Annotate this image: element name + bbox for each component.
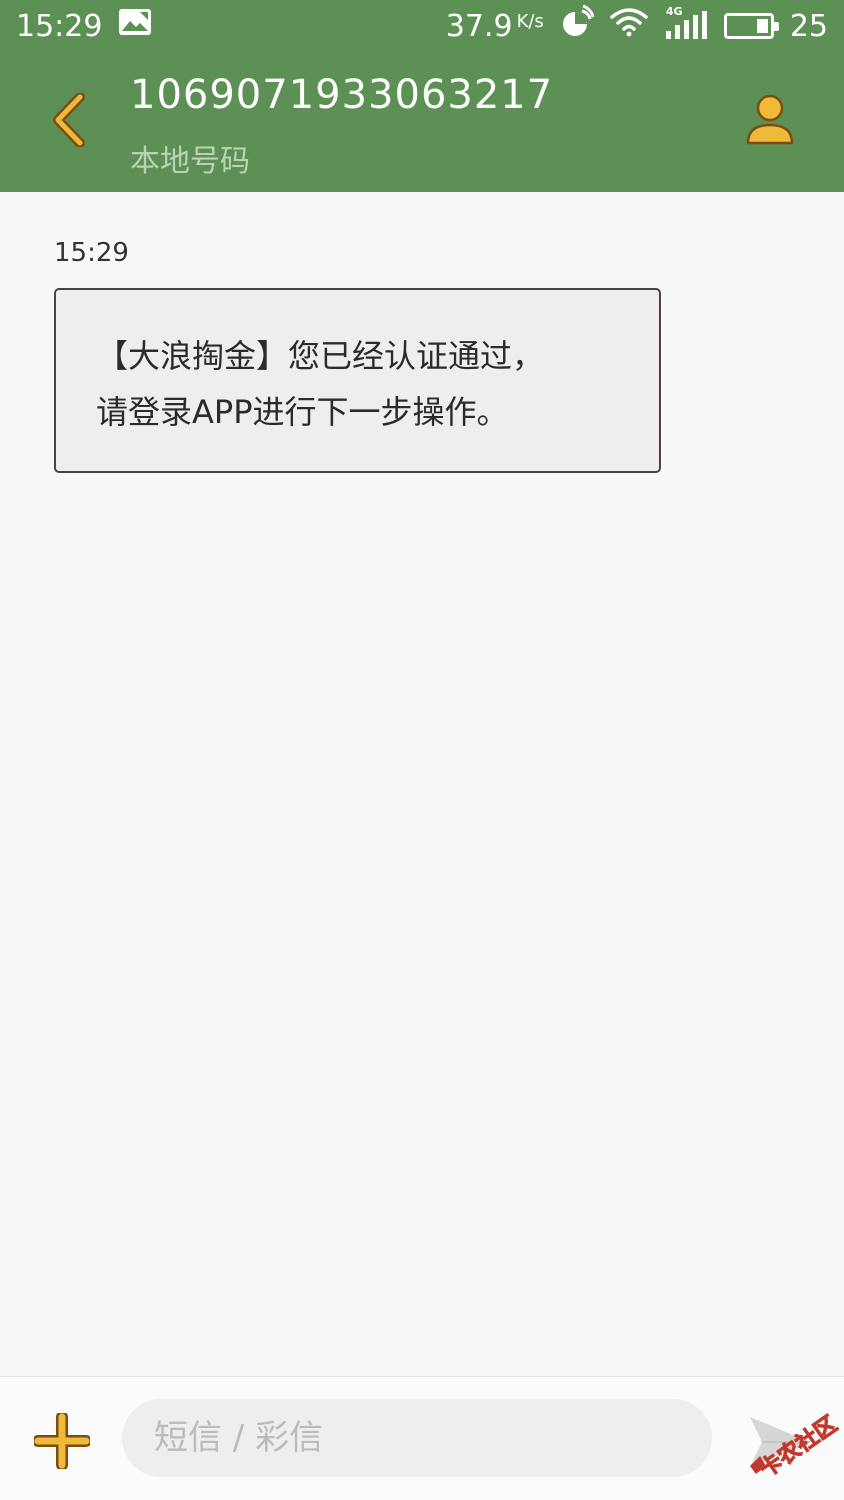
status-time: 15:29 — [16, 8, 103, 44]
message-list[interactable]: 15:29 【大浪掏金】您已经认证通过， 请登录APP进行下一步操作。 — [0, 192, 844, 1376]
contact-number: 1069071933063217 — [130, 72, 554, 118]
battery-icon — [723, 13, 779, 39]
chevron-left-icon — [50, 92, 86, 151]
sms-conversation-screen: 15:29 37.9 K/s 4G 25 1069071933063217 本地… — [0, 0, 844, 1500]
network-speed-unit: K/s — [516, 10, 544, 32]
battery-level: 25 — [789, 8, 828, 44]
contact-details-button[interactable] — [740, 90, 800, 154]
cellular-signal-icon: 4G — [664, 5, 708, 41]
conversation-header: 1069071933063217 本地号码 — [0, 52, 844, 192]
message-bubble[interactable]: 【大浪掏金】您已经认证通过， 请登录APP进行下一步操作。 — [54, 288, 661, 473]
message-input[interactable] — [122, 1399, 712, 1477]
send-button[interactable] — [740, 1407, 820, 1477]
message-text-line-2: 请登录APP进行下一步操作。 — [96, 393, 509, 431]
send-icon — [740, 1417, 820, 1481]
back-button[interactable] — [40, 90, 96, 154]
message-timestamp: 15:29 — [54, 238, 129, 268]
add-attachment-button[interactable] — [32, 1411, 92, 1471]
composer-bar — [0, 1376, 844, 1500]
message-text-line-1: 【大浪掏金】您已经认证通过， — [96, 337, 545, 375]
person-icon — [745, 93, 795, 151]
contact-location-label: 本地号码 — [130, 144, 250, 179]
network-speed-value: 37.9 — [445, 8, 513, 44]
battery-fill — [756, 19, 768, 33]
wifi-icon — [610, 7, 648, 45]
status-right: 37.9 K/s 4G 25 — [446, 4, 828, 47]
plus-icon — [32, 1411, 92, 1473]
network-speed: 37.9 K/s — [446, 9, 544, 44]
status-bar: 15:29 37.9 K/s 4G 25 — [0, 0, 844, 52]
image-notification-icon — [118, 8, 152, 44]
hotspot-icon — [560, 4, 595, 47]
status-left: 15:29 — [16, 8, 152, 44]
